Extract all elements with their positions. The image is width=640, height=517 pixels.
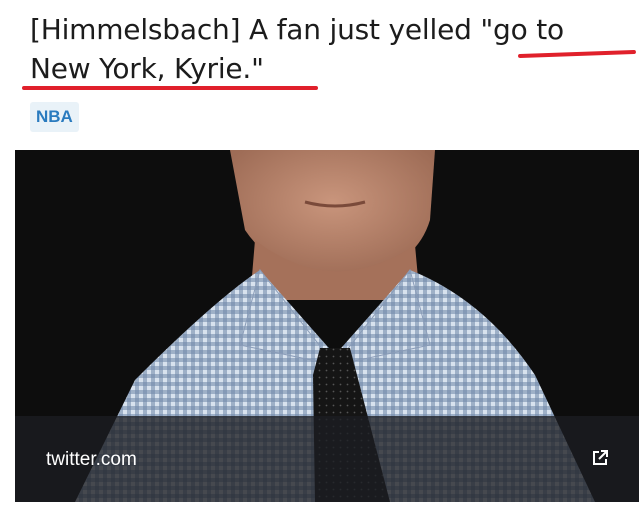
flair-badge[interactable]: NBA <box>30 102 79 132</box>
embed-footer: twitter.com <box>15 416 639 502</box>
post-title[interactable]: [Himmelsbach] A fan just yelled "go to N… <box>30 10 630 88</box>
external-link-icon[interactable] <box>591 449 609 467</box>
embed-domain[interactable]: twitter.com <box>46 449 137 471</box>
link-embed-card[interactable]: twitter.com <box>15 150 639 502</box>
highlight-underline <box>22 86 318 90</box>
